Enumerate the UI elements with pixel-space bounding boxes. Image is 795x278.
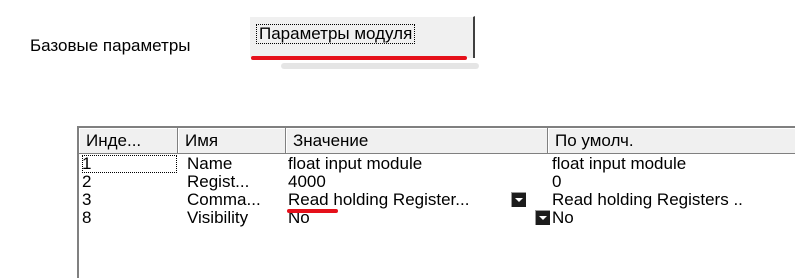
tab-highlight-underline xyxy=(251,56,467,60)
tab-module-parameters[interactable]: Параметры модуля xyxy=(249,16,475,58)
row-value-cell[interactable]: float input module xyxy=(288,155,528,173)
row-index-cell[interactable]: 2 xyxy=(82,173,177,191)
column-header-default-label: По умолч. xyxy=(555,131,634,150)
parameters-grid[interactable]: Инде... Имя Значение По умолч. 1 Name fl… xyxy=(77,126,795,278)
row-index-cell[interactable]: 8 xyxy=(82,209,177,227)
row-value-cell[interactable]: 4000 xyxy=(288,173,528,191)
row-index-cell[interactable]: 3 xyxy=(82,191,177,209)
module-properties-dialog: Базовые параметры Параметры модуля Инде.… xyxy=(0,0,795,278)
chevron-down-icon[interactable] xyxy=(511,192,526,207)
row-name-cell[interactable]: Visibility xyxy=(187,209,279,227)
column-header-name[interactable]: Имя xyxy=(178,128,286,154)
value-highlight-underline xyxy=(287,209,338,213)
row-value-cell[interactable]: Read holding Register... xyxy=(288,191,511,209)
row-name-cell[interactable]: Comma... xyxy=(187,191,279,209)
row-default-cell: float input module xyxy=(552,155,687,173)
tab-base-parameters[interactable]: Базовые параметры xyxy=(30,34,191,58)
row-default-cell: Read holding Registers .. xyxy=(552,191,743,209)
row-index-cell[interactable]: 1 xyxy=(82,155,177,173)
row-name-cell[interactable]: Regist... xyxy=(187,173,279,191)
tab-module-parameters-label: Параметры модуля xyxy=(256,24,416,44)
column-header-index-label: Инде... xyxy=(86,131,142,150)
column-header-name-label: Имя xyxy=(185,131,219,150)
column-header-default[interactable]: По умолч. xyxy=(548,128,795,154)
tab-base-parameters-label: Базовые параметры xyxy=(30,36,191,55)
row-default-cell: 0 xyxy=(552,173,562,191)
row-default-cell: No xyxy=(552,209,574,227)
column-header-value[interactable]: Значение xyxy=(286,128,548,154)
chevron-down-icon[interactable] xyxy=(535,210,550,225)
column-header-value-label: Значение xyxy=(293,131,369,150)
tab-highlight-shadow xyxy=(281,63,479,69)
row-name-cell[interactable]: Name xyxy=(187,155,279,173)
column-header-index[interactable]: Инде... xyxy=(79,128,178,154)
